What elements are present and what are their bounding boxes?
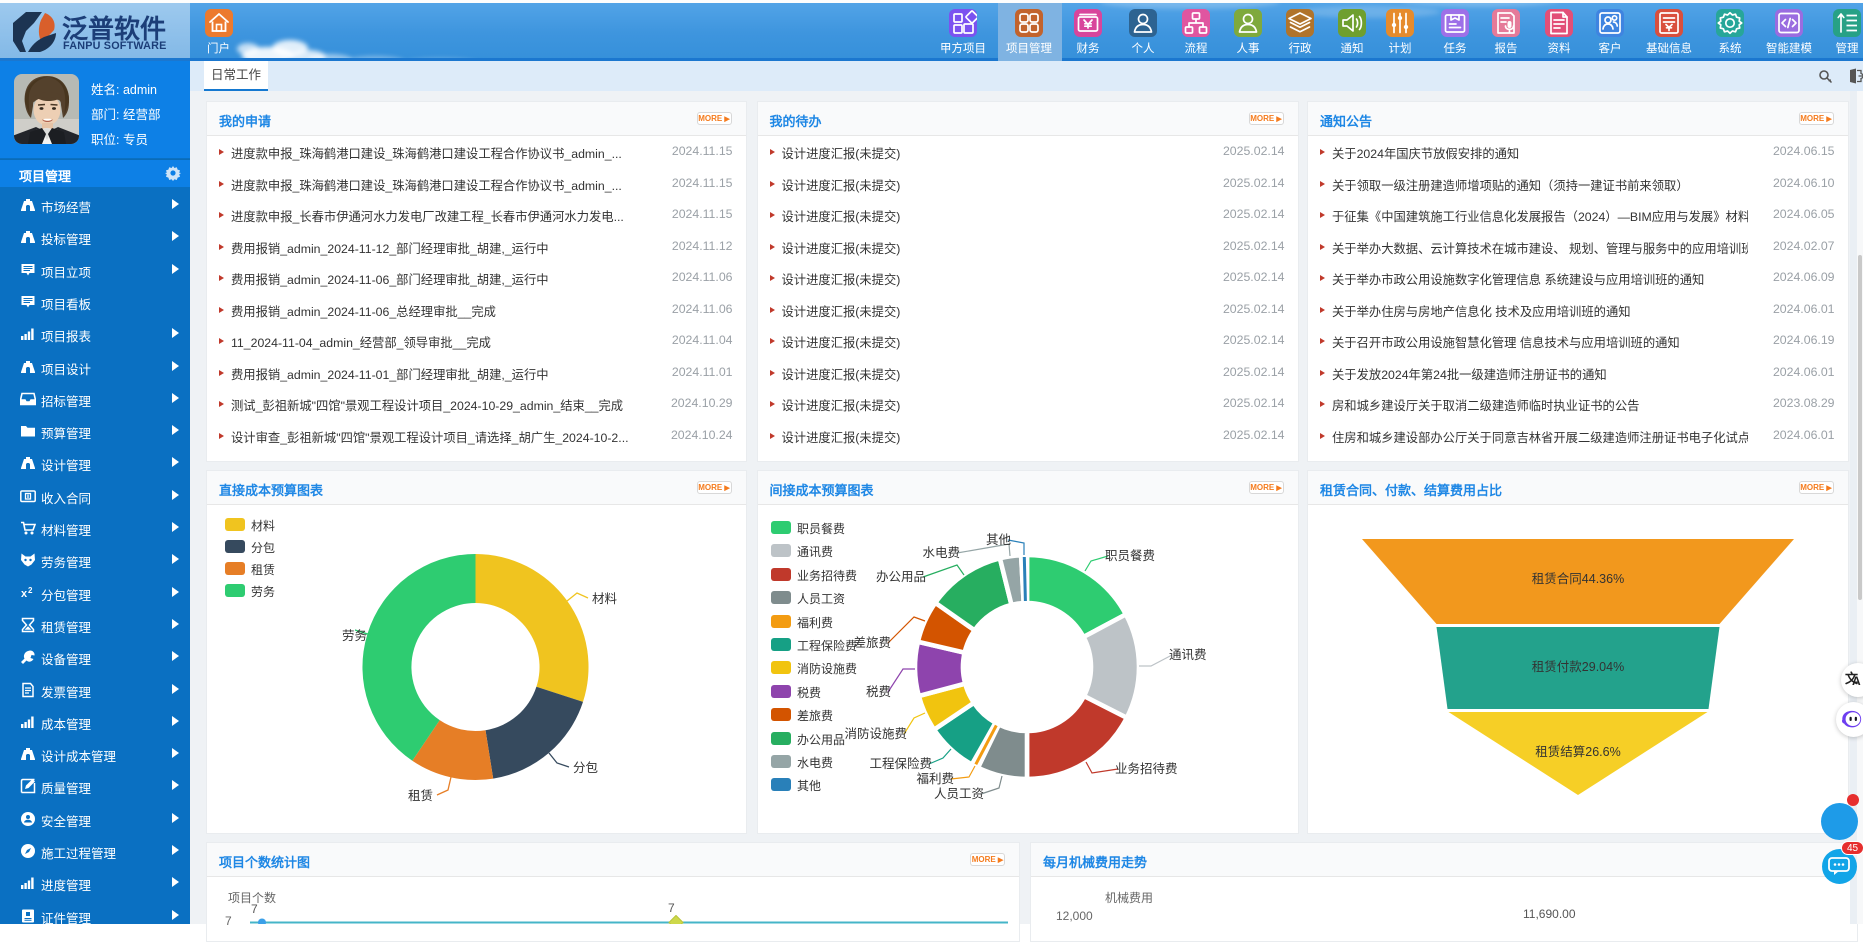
svg-text:其他: 其他 bbox=[986, 533, 1012, 547]
svg-text:差旅费: 差旅费 bbox=[853, 636, 891, 650]
svg-text:职员餐费: 职员餐费 bbox=[1105, 548, 1155, 563]
svg-text:消防设施费: 消防设施费 bbox=[844, 726, 907, 741]
svg-text:租赁合同44.36%: 租赁合同44.36% bbox=[1532, 571, 1624, 586]
svg-text:业务招待费: 业务招待费 bbox=[1115, 761, 1178, 776]
svg-text:水电费: 水电费 bbox=[922, 546, 960, 560]
svg-text:材料: 材料 bbox=[592, 592, 618, 606]
svg-text:工程保险费: 工程保险费 bbox=[869, 756, 932, 771]
svg-text:租赁: 租赁 bbox=[408, 789, 433, 803]
svg-text:税费: 税费 bbox=[866, 685, 891, 699]
svg-text:x: x bbox=[21, 588, 28, 600]
svg-text:福利费: 福利费 bbox=[916, 771, 954, 786]
svg-text:租赁结算26.6%: 租赁结算26.6% bbox=[1535, 744, 1620, 759]
svg-text:2: 2 bbox=[28, 586, 33, 595]
svg-text:通讯费: 通讯费 bbox=[1169, 648, 1207, 662]
svg-text:租赁付款29.04%: 租赁付款29.04% bbox=[1532, 660, 1624, 674]
svg-text:劳务: 劳务 bbox=[342, 628, 367, 643]
svg-text:办公用品: 办公用品 bbox=[876, 569, 926, 584]
svg-text:人员工资: 人员工资 bbox=[934, 787, 984, 801]
svg-text:分包: 分包 bbox=[573, 761, 598, 775]
